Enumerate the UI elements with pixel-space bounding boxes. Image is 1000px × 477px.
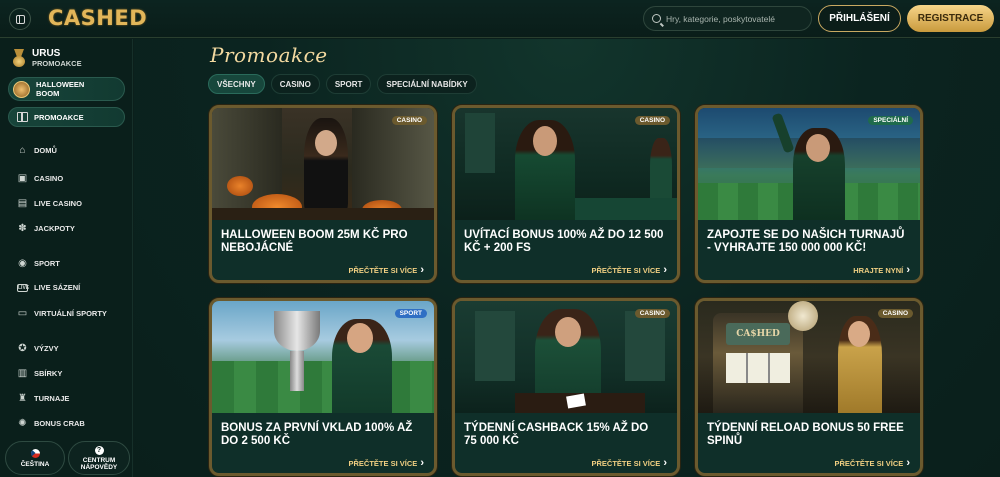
promo-image-welcome: CASINO [455,108,677,220]
promo-card-sport-bonus[interactable]: SPORT BONUS ZA PRVNÍ VKLAD 100% AŽ DO 2 … [209,298,437,476]
book-icon: ▥ [17,368,28,379]
sidebar-item-live-betting[interactable]: LIVE LIVE SÁZENÍ [17,283,80,292]
promo-badge: CASINO [634,116,670,125]
sidebar-item-promoakce[interactable]: PROMOAKCE [8,107,125,127]
tab-sport[interactable]: SPORT [325,74,372,94]
help-label-2: NÁPOVĚDY [80,463,118,471]
tab-casino[interactable]: CASINO [270,74,320,94]
sidebar-item-label: TURNAJE [34,394,70,403]
language-button[interactable]: ČEŠTINA [5,441,65,475]
live-icon: LIVE [17,283,30,292]
trophy-icon: ♜ [18,393,27,404]
promo-title: UVÍTACÍ BONUS 100% AŽ DO 12 500 KČ + 200… [464,229,664,254]
promo-card-tournaments[interactable]: SPECIÁLNÍ ZAPOJTE SE DO NAŠICH TURNAJŮ -… [695,105,923,283]
sidebar-item-tournaments[interactable]: ♜ TURNAJE [17,393,69,404]
sidebar-item-label: SPORT [34,259,60,268]
promo-card-halloween[interactable]: CASINO HALLOWEEN BOOM 25M KČ PRO NEBOJÁC… [209,105,437,283]
sidebar: URUS PROMOAKCE HALLOWEEN BOOM PROMOAKCE ⌂… [0,39,133,477]
sidebar-item-jackpots[interactable]: ✽ JACKPOTY [17,223,75,234]
sidebar-item-label: BONUS CRAB [34,419,85,428]
jackpot-icon: ✽ [18,223,27,234]
halloween-label-2: BOOM [36,89,60,98]
sidebar-item-label: DOMŮ [34,146,57,155]
czech-flag-icon [30,448,40,458]
crab-icon: ✺ [18,418,27,429]
help-icon: ? [94,445,104,455]
sidebar-item-collections[interactable]: ▥ SBÍRKY [17,368,63,379]
search-input[interactable]: Hry, kategorie, poskytovatelé [643,6,812,31]
login-button[interactable]: PŘIHLÁŠENÍ [818,5,901,32]
halloween-label-1: HALLOWEEN [36,80,85,89]
promo-title: BONUS ZA PRVNÍ VKLAD 100% AŽ DO 2 500 KČ [221,422,413,447]
sidebar-item-label: JACKPOTY [34,224,75,233]
live-casino-icon: ▤ [17,198,28,209]
promo-card-reload-bonus[interactable]: CA$HED CASINO TÝDENNÍ RELOAD BONUS 50 FR… [695,298,923,476]
promo-card-welcome-bonus[interactable]: CASINO UVÍTACÍ BONUS 100% AŽ DO 12 500 K… [452,105,680,283]
sidebar-item-label: VÝZVY [34,344,59,353]
sidebar-item-challenges[interactable]: ✪ VÝZVY [17,343,59,354]
user-block[interactable]: URUS PROMOAKCE [12,48,82,68]
user-name: URUS [32,48,61,59]
read-more-link[interactable]: PŘEČTĚTE SI VÍCE [592,457,668,469]
slot-icon: ▣ [17,173,28,184]
sidebar-item-virtual-sports[interactable]: ▭ VIRTUÁLNÍ SPORTY [17,308,107,319]
sidebar-item-label: PROMOAKCE [34,112,84,122]
main-content: Promoakce VŠECHNY CASINO SPORT SPECIÁLNÍ… [134,39,1000,477]
search-icon [652,14,661,23]
promo-badge: CASINO [391,116,427,125]
tab-special-offers[interactable]: SPECIÁLNÍ NABÍDKY [377,74,477,94]
help-label-1: CENTRUM [82,456,116,464]
sidebar-item-home[interactable]: ⌂ DOMŮ [17,145,57,156]
ball-icon: ◉ [18,258,27,269]
promo-badge: SPECIÁLNÍ [868,116,913,125]
page-title: Promoakce [210,43,328,67]
user-sub: PROMOAKCE [32,59,82,68]
tab-all[interactable]: VŠECHNY [208,74,265,94]
read-more-link[interactable]: PŘEČTĚTE SI VÍCE [349,264,425,276]
read-more-link[interactable]: PŘEČTĚTE SI VÍCE [592,264,668,276]
promo-badge: CASINO [634,309,670,318]
monitor-icon: ▭ [17,308,28,319]
sidebar-item-casino[interactable]: ▣ CASINO [17,173,63,184]
medal-icon [12,49,26,67]
sidebar-item-live-casino[interactable]: ▤ LIVE CASINO [17,198,82,209]
promo-image-sport: SPORT [212,301,434,413]
promo-image-tournaments: SPECIÁLNÍ [698,108,920,220]
promo-title: HALLOWEEN BOOM 25M KČ PRO NEBOJÁCNÉ [221,229,408,254]
register-button[interactable]: REGISTRACE [907,5,994,32]
search-placeholder: Hry, kategorie, poskytovatelé [666,13,775,24]
language-label: ČEŠTINA [20,460,50,468]
halloween-avatar-icon [13,80,30,98]
promo-card-cashback[interactable]: CASINO TÝDENNÍ CASHBACK 15% AŽ DO 75 000… [452,298,680,476]
sidebar-item-bonus-crab[interactable]: ✺ BONUS CRAB [17,418,85,429]
sidebar-item-halloween-boom[interactable]: HALLOWEEN BOOM [8,77,125,101]
read-more-link[interactable]: PŘEČTĚTE SI VÍCE [349,457,425,469]
read-more-link[interactable]: PŘEČTĚTE SI VÍCE [835,457,911,469]
sidebar-item-sport[interactable]: ◉ SPORT [17,258,60,269]
help-center-button[interactable]: ? CENTRUM NÁPOVĚDY [68,441,130,475]
medal-outline-icon: ✪ [18,343,27,354]
promo-title: ZAPOJTE SE DO NAŠICH TURNAJŮ - VYHRAJTE … [707,229,905,254]
home-icon: ⌂ [19,145,26,156]
filter-tabs: VŠECHNY CASINO SPORT SPECIÁLNÍ NABÍDKY [208,74,477,94]
promo-badge: SPORT [394,309,427,318]
sidebar-item-label: SBÍRKY [34,369,63,378]
promo-image-reload: CA$HED CASINO [698,301,920,413]
top-header: CASHED Hry, kategorie, poskytovatelé PŘI… [0,0,1000,38]
sidebar-item-label: LIVE CASINO [34,199,82,208]
sidebar-item-label: VIRTUÁLNÍ SPORTY [34,309,107,318]
promo-image-halloween: CASINO [212,108,434,220]
play-now-link[interactable]: HRAJTE NYNÍ [853,264,910,276]
sidebar-toggle-button[interactable] [9,8,31,30]
sidebar-item-label: CASINO [34,174,64,183]
gift-icon [17,112,28,122]
promo-title: TÝDENNÍ RELOAD BONUS 50 FREE SPINŮ [707,422,904,447]
promo-title: TÝDENNÍ CASHBACK 15% AŽ DO 75 000 KČ [464,422,649,447]
promo-badge: CASINO [877,309,913,318]
sidebar-toggle-icon [15,14,25,24]
promo-image-cashback: CASINO [455,301,677,413]
sidebar-item-label: LIVE SÁZENÍ [34,283,81,292]
slot-machine-logo: CA$HED [726,323,790,345]
logo[interactable]: CASHED [48,6,147,30]
